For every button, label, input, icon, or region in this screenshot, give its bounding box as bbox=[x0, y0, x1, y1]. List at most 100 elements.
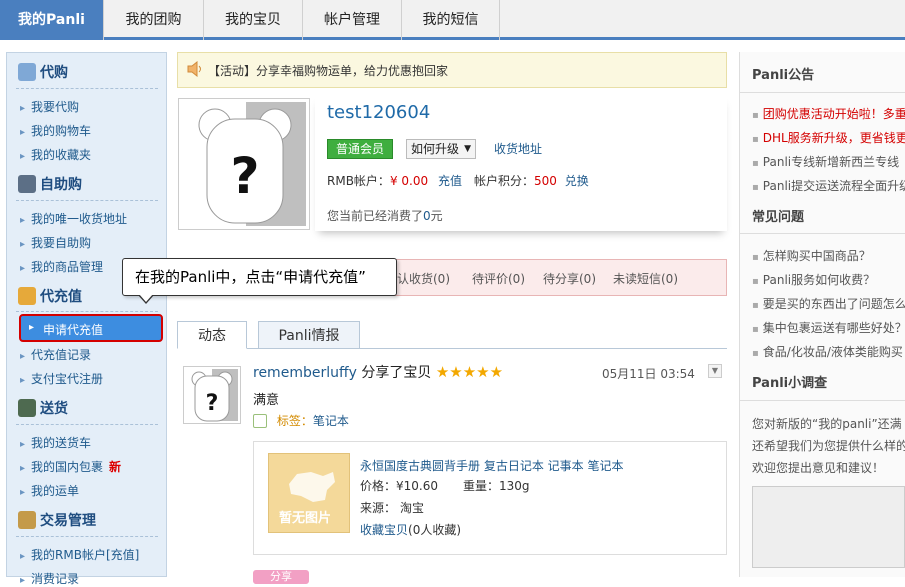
price-label: 价格： bbox=[360, 479, 397, 493]
divider bbox=[16, 424, 158, 425]
feed-comment: 满意 bbox=[253, 393, 280, 408]
notice-text[interactable]: 【活动】分享幸福购物运单，给力优惠抱回家 bbox=[208, 62, 448, 79]
feed-user-link[interactable]: rememberluffy bbox=[253, 365, 357, 381]
source-value: 淘宝 bbox=[400, 501, 425, 515]
tab-dynamic[interactable]: 动态 bbox=[177, 321, 247, 349]
svg-text:?: ? bbox=[230, 147, 259, 205]
section-title: 送货 bbox=[40, 401, 68, 417]
tag-link[interactable]: 笔记本 bbox=[313, 414, 349, 428]
divider bbox=[740, 92, 905, 93]
pending-messages[interactable]: 未读短信(0) bbox=[613, 270, 678, 287]
tab-my-items[interactable]: 我的宝贝 bbox=[204, 0, 303, 40]
sidebar-item-cart[interactable]: 我的购物车 bbox=[20, 122, 91, 139]
sidebar-item-label: 申请代充值 bbox=[43, 323, 104, 337]
survey-text: 您对新版的“我的panli”还满 还希望我们为您提供什么样的 欢迎您提出意见和建… bbox=[752, 413, 905, 479]
tab-group-buy[interactable]: 我的团购 bbox=[104, 0, 204, 40]
rmb-label: RMB帐户： bbox=[327, 174, 390, 188]
section-daigou: 代购 bbox=[18, 62, 68, 82]
avatar: ? bbox=[178, 98, 310, 230]
sidebar-item-self-buy[interactable]: 我要自助购 bbox=[20, 234, 91, 251]
pending-review[interactable]: 待评价(0) bbox=[472, 270, 525, 287]
announce-item[interactable]: DHL服务新升级，更省钱更 bbox=[752, 129, 905, 146]
feed-menu-icon[interactable]: ▼ bbox=[708, 364, 722, 378]
pending-share[interactable]: 待分享(0) bbox=[543, 270, 596, 287]
sidebar-item-packages[interactable]: 我的国内包裹新 bbox=[20, 458, 121, 475]
section-title: 自助购 bbox=[40, 177, 82, 193]
chevron-down-icon: ▼ bbox=[464, 144, 471, 154]
points-label: 帐户积分： bbox=[474, 174, 535, 188]
upgrade-select[interactable]: 如何升级 ▼ bbox=[406, 139, 476, 159]
sidebar-item-buy[interactable]: 我要代购 bbox=[20, 98, 79, 115]
tooltip-arrow-fill bbox=[139, 294, 153, 302]
bear-avatar-icon: ? bbox=[198, 108, 292, 224]
product-title[interactable]: 永恒国度古典圆背手册 复古日记本 记事本 笔记本 bbox=[360, 457, 623, 474]
address-link[interactable]: 收货地址 bbox=[494, 140, 542, 157]
points-row: 帐户积分：500 兑换 bbox=[474, 172, 589, 189]
section-zizhu: 自助购 bbox=[18, 174, 82, 194]
username[interactable]: test120604 bbox=[327, 102, 430, 123]
spent-value: 0 bbox=[423, 209, 431, 223]
china-map-icon bbox=[289, 472, 335, 502]
section-jiaoyi: 交易管理 bbox=[18, 510, 96, 530]
tag-label: 标签： bbox=[276, 414, 313, 428]
survey-title: Panli小调查 bbox=[752, 376, 828, 391]
collect-link[interactable]: 收藏宝贝 bbox=[360, 523, 408, 537]
feed-action: 分享了宝贝 bbox=[361, 365, 432, 381]
divider bbox=[16, 88, 158, 89]
sidebar-item-address[interactable]: 我的唯一收货地址 bbox=[20, 210, 127, 227]
exchange-link[interactable]: 兑换 bbox=[565, 174, 589, 188]
tag-icon bbox=[253, 414, 267, 428]
product-collect: 收藏宝贝(0人收藏) bbox=[360, 521, 461, 538]
arrow-icon: ▸ bbox=[29, 322, 35, 333]
divider bbox=[16, 536, 158, 537]
section-chongzhi: 代充值 bbox=[18, 286, 82, 306]
self-buy-icon bbox=[18, 175, 36, 193]
points-value: 500 bbox=[534, 174, 557, 188]
tab-news[interactable]: Panli情报 bbox=[258, 321, 360, 349]
sidebar-item-consume-record[interactable]: 消费记录 bbox=[20, 570, 79, 587]
tab-messages[interactable]: 我的短信 bbox=[402, 0, 500, 40]
rmb-value: ¥ 0.00 bbox=[389, 174, 429, 188]
recharge-link[interactable]: 充值 bbox=[438, 174, 462, 188]
divider bbox=[740, 233, 905, 234]
feed-header: rememberluffy 分享了宝贝 ★★★★★ bbox=[253, 362, 503, 382]
product-source: 来源： 淘宝 bbox=[360, 499, 424, 516]
collect-count: (0人收藏) bbox=[408, 523, 462, 537]
feed-avatar[interactable]: ? bbox=[183, 366, 241, 424]
announce-item[interactable]: 团购优惠活动开始啦！多重 bbox=[752, 105, 905, 122]
product-image[interactable]: 暂无图片 bbox=[268, 453, 350, 533]
sidebar-item-delivery-cart[interactable]: 我的送货车 bbox=[20, 434, 91, 451]
sidebar-item-rmb-account[interactable]: 我的RMB帐户[充值] bbox=[20, 546, 139, 563]
faq-item[interactable]: Panli服务如何收费？ bbox=[752, 271, 905, 288]
spent-row: 您当前已经消费了0元 bbox=[327, 207, 443, 224]
svg-text:?: ? bbox=[206, 391, 219, 416]
survey-line: 还希望我们为您提供什么样的 bbox=[752, 439, 905, 453]
faq-item[interactable]: 集中包裹运送有哪些好处？ bbox=[752, 319, 905, 336]
tab-account[interactable]: 帐户管理 bbox=[303, 0, 402, 40]
survey-input-box[interactable] bbox=[752, 486, 905, 568]
announce-item[interactable]: Panli提交运送流程全面升级 bbox=[752, 177, 905, 194]
sidebar-item-manage[interactable]: 我的商品管理 bbox=[20, 258, 103, 275]
rmb-row: RMB帐户：¥ 0.00 充值 bbox=[327, 172, 462, 189]
member-level-button[interactable]: 普通会员 bbox=[327, 139, 393, 159]
tab-my-panli[interactable]: 我的Panli bbox=[0, 0, 104, 40]
faq-item[interactable]: 食品/化妆品/液体类能购买 bbox=[752, 343, 905, 360]
bear-avatar-icon: ? bbox=[191, 371, 233, 422]
sidebar-item-apply-recharge[interactable]: ▸ 申请代充值 bbox=[19, 314, 163, 342]
product-weight: 重量：130g bbox=[463, 477, 530, 494]
sidebar-item-favorites[interactable]: 我的收藏夹 bbox=[20, 146, 91, 163]
section-title: 代购 bbox=[40, 65, 68, 81]
section-songhuo: 送货 bbox=[18, 398, 68, 418]
upgrade-label: 如何升级 bbox=[411, 142, 460, 156]
faq-item[interactable]: 怎样购买中国商品？ bbox=[752, 247, 905, 264]
new-badge: 新 bbox=[109, 460, 122, 474]
announce-item[interactable]: Panli专线新增新西兰专线 bbox=[752, 153, 905, 170]
share-tag[interactable]: 分享 bbox=[253, 570, 309, 584]
sidebar-item-alipay[interactable]: 支付宝代注册 bbox=[20, 370, 103, 387]
survey-line: 您对新版的“我的panli”还满 bbox=[752, 417, 902, 431]
sidebar-item-waybill[interactable]: 我的运单 bbox=[20, 482, 79, 499]
sidebar-item-recharge-record[interactable]: 代充值记录 bbox=[20, 346, 91, 363]
pending-confirm[interactable]: 认收货(0) bbox=[397, 270, 450, 287]
faq-item[interactable]: 要是买的东西出了问题怎么 bbox=[752, 295, 905, 312]
coin-bag-icon bbox=[18, 287, 36, 305]
